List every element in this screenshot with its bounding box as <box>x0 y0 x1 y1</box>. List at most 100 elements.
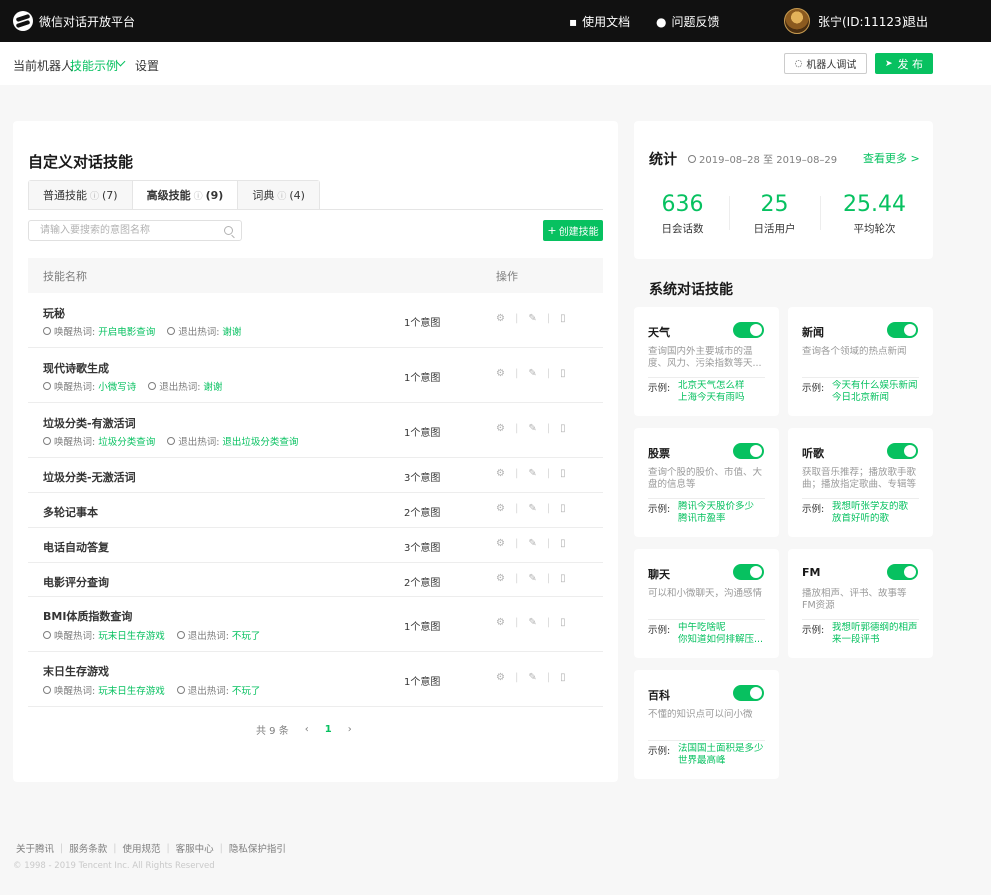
skill-card-news[interactable]: 新闻 查询各个领域的热点新闻 示例: 今天有什么娱乐新闻 今日北京新闻 <box>788 307 933 416</box>
intent-count: 2个意图 <box>404 508 441 519</box>
settings-link[interactable]: 设置 <box>135 57 159 74</box>
footer-link-terms[interactable]: 服务条款 <box>69 841 107 855</box>
tab-basic-skills[interactable]: 普通技能 ⓘ (7) <box>29 181 133 209</box>
edit-icon[interactable]: ✎ <box>528 503 536 514</box>
settings-icon[interactable]: ⚙ <box>496 468 505 479</box>
delete-icon[interactable]: ▯ <box>560 423 566 434</box>
table-row[interactable]: 电影评分查询 2个意图 ⚙ | ✎ | ▯ <box>28 563 603 597</box>
view-more-link[interactable]: 查看更多 > <box>863 150 920 166</box>
exit-word: 不玩了 <box>231 631 261 642</box>
docs-link[interactable]: ▪ 使用文档 <box>569 13 630 30</box>
delete-icon[interactable]: ▯ <box>560 573 566 584</box>
example-1: 我想听郭德纲的相声 <box>832 622 918 633</box>
delete-icon[interactable]: ▯ <box>560 503 566 514</box>
skill-name[interactable]: 现代诗歌生成 <box>43 360 109 376</box>
skill-toggle[interactable] <box>733 443 764 459</box>
skill-name[interactable]: 垃圾分类-有激活词 <box>43 415 136 431</box>
tab-dictionary[interactable]: 词典 ⓘ (4) <box>238 181 319 209</box>
settings-icon[interactable]: ⚙ <box>496 573 505 584</box>
footer-link-about[interactable]: 关于腾讯 <box>16 841 54 855</box>
settings-icon[interactable]: ⚙ <box>496 368 505 379</box>
bot-debug-button[interactable]: ◌ 机器人调试 <box>784 53 867 74</box>
settings-icon[interactable]: ⚙ <box>496 672 505 683</box>
table-row[interactable]: 垃圾分类-无激活词 3个意图 ⚙ | ✎ | ▯ <box>28 458 603 493</box>
next-page-icon[interactable]: › <box>348 724 352 735</box>
search-input[interactable] <box>29 221 209 240</box>
table-row[interactable]: 多轮记事本 2个意图 ⚙ | ✎ | ▯ <box>28 493 603 528</box>
table-row[interactable]: 末日生存游戏 唤醒热词: 玩末日生存游戏 退出热词: 不玩了 1个意图 ⚙ | ✎ | … <box>28 652 603 707</box>
stats-panel: 统计 2019–08–28 至 2019–08–29 查看更多 > 636 日会… <box>634 121 933 259</box>
stats-date-range[interactable]: 2019–08–28 至 2019–08–29 <box>688 151 837 166</box>
skill-card-music[interactable]: 听歌 获取音乐推荐；播放歌手歌曲；播放指定歌曲、专辑等 示例: 我想听张学友的歌… <box>788 428 933 537</box>
intent-count: 1个意图 <box>404 622 441 633</box>
skill-toggle[interactable] <box>733 322 764 338</box>
exit-label: 退出热词: <box>159 382 201 393</box>
exit-word: 不玩了 <box>231 686 261 697</box>
create-skill-button[interactable]: + 创建技能 <box>543 220 603 241</box>
delete-icon[interactable]: ▯ <box>560 672 566 683</box>
settings-icon[interactable]: ⚙ <box>496 503 505 514</box>
prev-page-icon[interactable]: ‹ <box>305 724 309 735</box>
delete-icon[interactable]: ▯ <box>560 538 566 549</box>
bot-selector[interactable]: 技能示例 <box>70 57 118 74</box>
skill-name[interactable]: BMI体质指数查询 <box>43 608 132 624</box>
wake-word: 垃圾分类查询 <box>98 437 156 448</box>
footer-link-privacy[interactable]: 隐私保护指引 <box>229 841 286 855</box>
settings-icon[interactable]: ⚙ <box>496 313 505 324</box>
settings-icon[interactable]: ⚙ <box>496 538 505 549</box>
intent-search <box>28 220 242 241</box>
footer-link-rules[interactable]: 使用规范 <box>122 841 160 855</box>
skill-card-fm[interactable]: FM 播放相声、评书、故事等FM资源 示例: 我想听郭德纲的相声 来一段评书 <box>788 549 933 658</box>
delete-icon[interactable]: ▯ <box>560 368 566 379</box>
skill-name[interactable]: 玩秘 <box>43 305 65 321</box>
delete-icon[interactable]: ▯ <box>560 617 566 628</box>
skill-toggle[interactable] <box>733 564 764 580</box>
skill-name[interactable]: 电影评分查询 <box>43 574 109 590</box>
platform-logo[interactable]: 微信对话开放平台 <box>13 11 135 31</box>
skill-card-encyclopedia[interactable]: 百科 不懂的知识点可以问小微 示例: 法国国土面积是多少 世界最高峰 <box>634 670 779 779</box>
skill-toggle[interactable] <box>887 322 918 338</box>
delete-icon[interactable]: ▯ <box>560 468 566 479</box>
skill-toggle[interactable] <box>887 564 918 580</box>
edit-icon[interactable]: ✎ <box>528 573 536 584</box>
table-row[interactable]: 电话自动答复 3个意图 ⚙ | ✎ | ▯ <box>28 528 603 563</box>
footer-link-support[interactable]: 客服中心 <box>176 841 214 855</box>
table-row[interactable]: BMI体质指数查询 唤醒热词: 玩末日生存游戏 退出热词: 不玩了 1个意图 ⚙ | … <box>28 597 603 652</box>
skill-toggle[interactable] <box>733 685 764 701</box>
tab-count: (7) <box>102 188 118 202</box>
edit-icon[interactable]: ✎ <box>528 468 536 479</box>
edit-icon[interactable]: ✎ <box>528 617 536 628</box>
edit-icon[interactable]: ✎ <box>528 368 536 379</box>
skill-name[interactable]: 多轮记事本 <box>43 504 98 520</box>
settings-icon[interactable]: ⚙ <box>496 423 505 434</box>
tab-label: 词典 <box>252 189 275 202</box>
table-row[interactable]: 玩秘 唤醒热词: 开启电影查询 退出热词: 谢谢 1个意图 ⚙ | ✎ | ▯ <box>28 293 603 348</box>
skill-card-stocks[interactable]: 股票 查询个股的股价、市值、大盘的信息等 示例: 腾讯今天股价多少 腾讯市盈率 <box>634 428 779 537</box>
tab-advanced-skills[interactable]: 高级技能 ⓘ (9) <box>132 181 239 209</box>
stat-average-turns: 25.44 平均轮次 <box>827 193 922 236</box>
edit-icon[interactable]: ✎ <box>528 538 536 549</box>
avatar[interactable] <box>784 8 810 34</box>
page-number[interactable]: 1 <box>325 724 332 735</box>
edit-icon[interactable]: ✎ <box>528 672 536 683</box>
skill-name[interactable]: 末日生存游戏 <box>43 663 109 679</box>
skill-name[interactable]: 电话自动答复 <box>43 539 109 555</box>
settings-icon[interactable]: ⚙ <box>496 617 505 628</box>
skill-toggle[interactable] <box>887 443 918 459</box>
publish-button[interactable]: ➤ 发 布 <box>875 53 933 74</box>
skill-card-weather[interactable]: 天气 查询国内外主要城市的温度、风力、污染指数等天... 示例: 北京天气怎么样… <box>634 307 779 416</box>
skill-card-chat[interactable]: 聊天 可以和小微聊天，沟通感情 示例: 中午吃啥呢 你知道如何排解压... <box>634 549 779 658</box>
edit-icon[interactable]: ✎ <box>528 313 536 324</box>
feedback-link[interactable]: ● 问题反馈 <box>656 13 720 30</box>
stop-circle-icon <box>176 631 185 639</box>
feedback-label: 问题反馈 <box>671 15 720 29</box>
search-icon[interactable] <box>224 226 233 235</box>
docs-label: 使用文档 <box>582 15 631 29</box>
skill-card-desc: 获取音乐推荐；播放歌手歌曲；播放指定歌曲、专辑等 <box>802 467 917 490</box>
table-row[interactable]: 垃圾分类-有激活词 唤醒热词: 垃圾分类查询 退出热词: 退出垃圾分类查询 1个意图… <box>28 403 603 458</box>
logout-link[interactable]: 退出 <box>904 13 928 30</box>
skill-name[interactable]: 垃圾分类-无激活词 <box>43 469 136 485</box>
edit-icon[interactable]: ✎ <box>528 423 536 434</box>
delete-icon[interactable]: ▯ <box>560 313 566 324</box>
table-row[interactable]: 现代诗歌生成 唤醒热词: 小微写诗 退出热词: 谢谢 1个意图 ⚙ | ✎ | ▯ <box>28 348 603 403</box>
